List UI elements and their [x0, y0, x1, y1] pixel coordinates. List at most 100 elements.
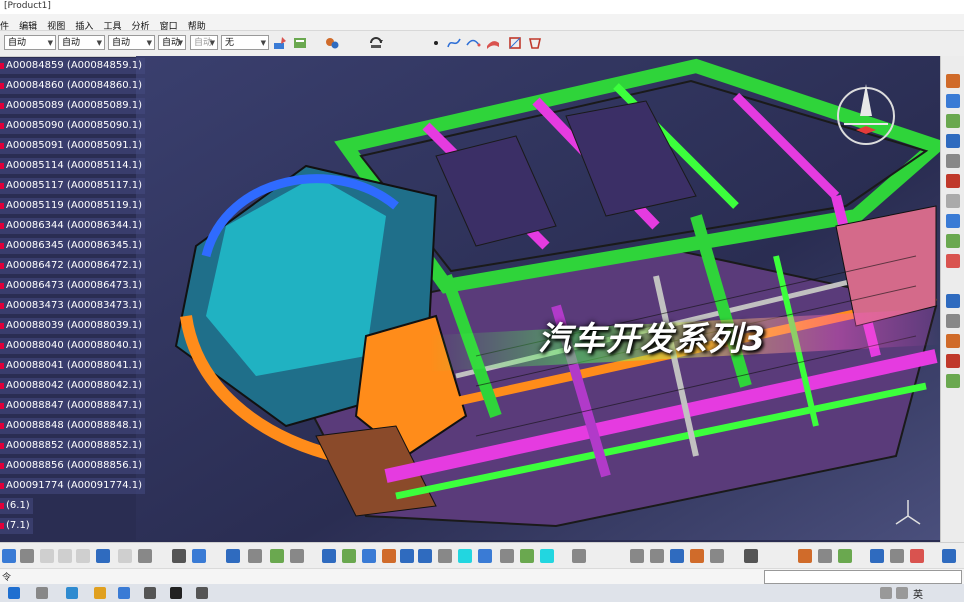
3d-viewport[interactable]	[136, 56, 940, 540]
surface-icon[interactable]	[485, 35, 501, 51]
tree-node[interactable]: A00085091 (A00085091.1)	[0, 138, 146, 154]
fit-all-icon[interactable]	[342, 549, 356, 563]
multi-view-icon[interactable]	[458, 549, 472, 563]
whats-this-icon[interactable]	[138, 549, 152, 563]
copy-icon[interactable]	[58, 549, 72, 563]
zoom-out-icon[interactable]	[418, 549, 432, 563]
snap-icon[interactable]	[946, 314, 960, 328]
cut-icon[interactable]	[40, 549, 54, 563]
point-icon[interactable]	[428, 35, 444, 51]
curve-icon[interactable]	[465, 35, 481, 51]
new-product-icon[interactable]	[946, 114, 960, 128]
zoom-in-icon[interactable]	[400, 549, 414, 563]
save-icon[interactable]	[2, 549, 16, 563]
search-icon[interactable]	[36, 587, 48, 599]
tree-node[interactable]: A00091774 (A00091774.1)	[0, 478, 146, 494]
tree-node[interactable]: A00088847 (A00088847.1)	[0, 398, 146, 414]
line-weight-combo[interactable]: 自动 ▼	[108, 35, 155, 50]
tree-node[interactable]: A00088039 (A00088039.1)	[0, 318, 146, 334]
tools-options-icon[interactable]	[942, 549, 956, 563]
pan-icon[interactable]	[362, 549, 376, 563]
generate-numbering-icon[interactable]	[946, 214, 960, 228]
knowledge-icon[interactable]	[290, 549, 304, 563]
command-input[interactable]	[764, 570, 962, 584]
align-icon[interactable]	[890, 549, 904, 563]
material-icon[interactable]	[798, 549, 812, 563]
point-type-combo[interactable]: 自动 ▼	[190, 35, 218, 50]
swap-visible-space-icon[interactable]	[540, 549, 554, 563]
tree-node[interactable]: A00083473 (A00083473.1)	[0, 298, 146, 314]
tree-node[interactable]: A00085114 (A00085114.1)	[0, 158, 146, 174]
tree-node[interactable]: A00084860 (A00084860.1)	[0, 78, 146, 94]
replace-component-icon[interactable]	[946, 174, 960, 188]
workbench-icon[interactable]	[946, 74, 960, 88]
input-language[interactable]: 英	[913, 586, 923, 601]
tree-node[interactable]: A00088856 (A00088856.1)	[0, 458, 146, 474]
tree-node[interactable]: A00088852 (A00088852.1)	[0, 438, 146, 454]
layer-combo[interactable]: 无 ▼	[221, 35, 269, 50]
tree-node[interactable]: A00088041 (A00088041.1)	[0, 358, 146, 374]
annotation-icon[interactable]	[710, 549, 724, 563]
camera-icon[interactable]	[744, 549, 758, 563]
tree-node[interactable]: A00086344 (A00086344.1)	[0, 218, 146, 234]
spline-icon[interactable]	[446, 35, 462, 51]
rotate-icon[interactable]	[382, 549, 396, 563]
color-combo[interactable]: 自动 ▼	[4, 35, 56, 50]
tree-node[interactable]: A00085119 (A00085119.1)	[0, 198, 146, 214]
explorer-icon[interactable]	[94, 587, 106, 599]
print-icon[interactable]	[20, 549, 34, 563]
paint-brush-icon[interactable]	[272, 35, 288, 51]
tree-node[interactable]: A00088042 (A00088042.1)	[0, 378, 146, 394]
properties-icon[interactable]	[292, 35, 308, 51]
undo-icon[interactable]	[96, 549, 110, 563]
existing-component-icon[interactable]	[946, 154, 960, 168]
clash-icon[interactable]	[650, 549, 664, 563]
explode-icon[interactable]	[946, 334, 960, 348]
boundary-icon[interactable]	[507, 35, 523, 51]
graph-tree-icon[interactable]	[946, 194, 960, 208]
line-type-combo[interactable]: 自动 ▼	[158, 35, 186, 50]
new-part-icon[interactable]	[946, 134, 960, 148]
flip-icon[interactable]	[870, 549, 884, 563]
extract-icon[interactable]	[527, 35, 543, 51]
distance-icon[interactable]	[670, 549, 684, 563]
tree-node[interactable]: A00085090 (A00085090.1)	[0, 118, 146, 134]
paste-icon[interactable]	[76, 549, 90, 563]
manipulate-icon[interactable]	[946, 294, 960, 308]
update-icon[interactable]	[368, 35, 384, 51]
catalog-icon[interactable]	[226, 549, 240, 563]
assembly-icon[interactable]	[324, 35, 340, 51]
catia-icon[interactable]	[170, 587, 182, 599]
app-icon[interactable]	[196, 587, 208, 599]
new-component-icon[interactable]	[946, 94, 960, 108]
volume-icon[interactable]	[896, 587, 908, 599]
formula-icon[interactable]	[172, 549, 186, 563]
design-table-icon[interactable]	[270, 549, 284, 563]
app-icon[interactable]	[144, 587, 156, 599]
selective-load-icon[interactable]	[946, 234, 960, 248]
tree-node[interactable]: A00085089 (A00085089.1)	[0, 98, 146, 114]
start-icon[interactable]	[8, 587, 20, 599]
coincidence-constraint-icon[interactable]	[946, 374, 960, 388]
tree-node[interactable]: A00088040 (A00088040.1)	[0, 338, 146, 354]
stop-manipulate-icon[interactable]	[946, 354, 960, 368]
tree-node[interactable]: A00084859 (A00084859.1)	[0, 58, 146, 74]
tree-expand-icon[interactable]	[248, 549, 262, 563]
tree-node[interactable]: (6.1)	[0, 498, 33, 514]
render-icon[interactable]	[818, 549, 832, 563]
tray-icon[interactable]	[880, 587, 892, 599]
tree-node[interactable]: (7.1)	[0, 518, 33, 534]
tree-node[interactable]: A00086473 (A00086473.1)	[0, 278, 146, 294]
iso-view-icon[interactable]	[478, 549, 492, 563]
store-icon[interactable]	[118, 587, 130, 599]
hide-show-icon[interactable]	[520, 549, 534, 563]
transparency-combo[interactable]: 自动 ▼	[58, 35, 105, 50]
tree-node[interactable]: A00086472 (A00086472.1)	[0, 258, 146, 274]
sectioning-icon[interactable]	[690, 549, 704, 563]
mark-icon[interactable]	[910, 549, 924, 563]
comment-icon[interactable]	[192, 549, 206, 563]
measure-icon[interactable]	[572, 549, 586, 563]
browser-icon[interactable]	[66, 587, 78, 599]
tree-node[interactable]: A00088848 (A00088848.1)	[0, 418, 146, 434]
fly-mode-icon[interactable]	[322, 549, 336, 563]
